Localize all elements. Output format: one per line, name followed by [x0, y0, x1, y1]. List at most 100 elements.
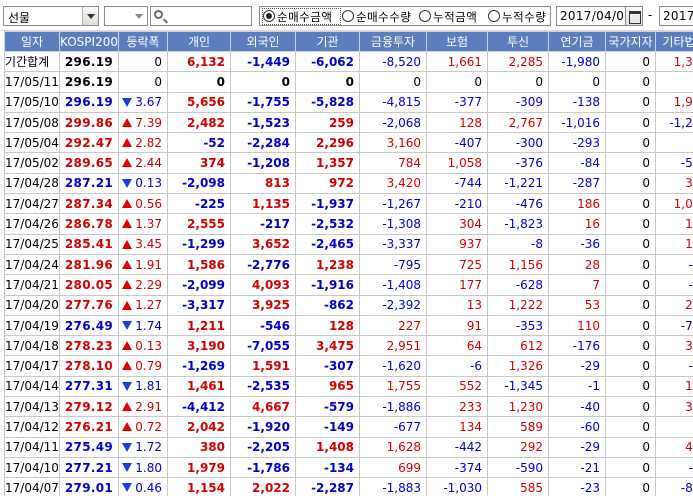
column-header-other-corp[interactable]: 기타법인 — [655, 31, 693, 52]
insurance-cell: 134 — [426, 416, 488, 438]
column-header-financial-investment[interactable]: 금융투자 — [359, 31, 427, 52]
other-corp-cell: 255 — [655, 294, 693, 316]
government-cell: 0 — [605, 375, 656, 398]
insurance-cell: 13 — [426, 294, 488, 316]
column-header-investment-trust[interactable]: 투신 — [487, 31, 549, 52]
column-header-institution[interactable]: 기관 — [295, 31, 360, 52]
financial-investment-cell: -1,620 — [359, 355, 427, 377]
triangle-up-icon — [122, 239, 132, 249]
sub-select[interactable] — [104, 6, 148, 26]
start-date-field[interactable]: 2017/04/01 — [556, 6, 632, 26]
chevron-down-icon[interactable] — [131, 7, 147, 25]
table-row[interactable]: 17/05/11296.190000000000 — [4, 71, 693, 93]
table-row[interactable]: 17/05/10 296.19 3.67 5,656 -1,755 -5,828 -4,81… — [4, 91, 693, 113]
radio-circle-icon[interactable] — [419, 10, 431, 22]
column-header-change[interactable]: 등락폭 — [118, 31, 168, 52]
financial-investment-cell: 3,160 — [359, 132, 427, 154]
triangle-up-icon — [122, 199, 132, 209]
change-cell: 1.74 — [118, 314, 168, 337]
date-cell: 17/04/18 — [4, 335, 60, 357]
table-row[interactable]: 17/04/24 281.96 1.91 1,586 -2,776 1,238 -795 72… — [4, 253, 693, 276]
table-row[interactable]: 17/04/21 280.05 2.29 -2,099 4,093 -1,916 -1,40… — [4, 274, 693, 296]
table-row[interactable]: 17/04/28 287.21 0.13 -2,098 813 972 3,420 -744-… — [4, 172, 693, 195]
table-row[interactable]: 17/04/07 279.01 0.46 1,154 2,022 -2,287 -1,883… — [4, 477, 693, 496]
table-row[interactable]: 17/04/17 278.10 0.79 -1,269 1,591 -307 -1,620-… — [4, 355, 693, 377]
change-cell: 0.79 — [118, 355, 168, 377]
financial-investment-cell: -1,886 — [359, 396, 427, 418]
market-select[interactable]: 선물 — [3, 6, 99, 26]
kospi200-cell: 276.49 — [59, 314, 119, 337]
table-row[interactable]: 17/04/27 287.34 0.56 -225 1,135 -1,937 -1,267-… — [4, 193, 693, 215]
table-row[interactable]: 17/04/14 277.31 1.81 1,461 -2,535 965 1,755 552… — [4, 375, 693, 398]
calendar-icon[interactable] — [625, 6, 643, 26]
investor-trading-table: 일자 KOSPI200 등락폭 개인 외국인 기관 금융투자 보험 투신 연기금… — [4, 31, 693, 496]
financial-investment-cell: -2,068 — [359, 111, 427, 134]
change-value: 2.29 — [135, 277, 162, 292]
summary-row[interactable]: 기간합계 296.19 0 6,132 -1,449 -6,062 -8,520 1,661 2… — [4, 50, 693, 73]
institution-cell: 965 — [295, 375, 360, 398]
kospi200-cell: 299.86 — [59, 111, 119, 134]
change-value: 0.13 — [135, 176, 162, 191]
government-cell: 0 — [605, 335, 656, 357]
government-cell: 0 — [605, 355, 656, 377]
column-header-foreign[interactable]: 외국인 — [230, 31, 296, 52]
column-header-individual[interactable]: 개인 — [167, 31, 231, 52]
radio-net-buy-amount[interactable]: 순매수금액 — [262, 8, 341, 25]
change-value: 7.39 — [135, 115, 162, 130]
insurance-cell: 128 — [426, 111, 488, 134]
table-row[interactable]: 17/04/20 277.76 1.27 -3,317 3,925 -862 -2,392 1… — [4, 294, 693, 316]
change-value: 3.67 — [135, 95, 162, 110]
change-value: 1.27 — [135, 298, 162, 313]
date-cell: 17/04/10 — [4, 456, 60, 479]
pension-cell: -287 — [548, 172, 606, 195]
column-header-pension[interactable]: 연기금 — [548, 31, 606, 52]
other-corp-cell: -58 — [655, 456, 693, 479]
column-header-insurance[interactable]: 보험 — [426, 31, 488, 52]
triangle-up-icon — [122, 259, 132, 269]
table-row[interactable]: 17/05/02 289.65 2.44 374 -1,208 1,357 784 1,058… — [4, 152, 693, 174]
radio-label: 순매수금액 — [277, 10, 333, 24]
investment-trust-cell: -476 — [487, 193, 549, 215]
table-row[interactable]: 17/04/13 279.12 2.91 -4,412 4,667 -579 -1,886 2… — [4, 396, 693, 418]
table-row[interactable]: 17/04/12 276.21 0.72 2,042 -1,920 -149 -677 134… — [4, 416, 693, 438]
radio-circle-icon[interactable] — [342, 10, 354, 22]
other-corp-cell: 1,927 — [655, 91, 693, 113]
table-row[interactable]: 17/05/04 292.47 2.82 -52 -2,284 2,296 3,160 -40… — [4, 132, 693, 154]
change-cell: 2.29 — [118, 274, 168, 296]
end-date-field[interactable]: 2017/ — [659, 6, 693, 26]
investment-trust-cell: 2,285 — [487, 50, 549, 73]
other-corp-cell: 416 — [655, 436, 693, 458]
table-row[interactable]: 17/04/10 277.21 1.80 1,979 -1,786 -134 699 -374… — [4, 456, 693, 479]
column-header-government[interactable]: 국가지자 — [605, 31, 656, 52]
investment-trust-cell: 1,326 — [487, 355, 549, 377]
radio-circle-icon[interactable] — [488, 10, 500, 22]
table-row[interactable]: 17/05/08 299.86 7.39 2,482 -1,523 259 -2,068 12… — [4, 111, 693, 134]
search-input[interactable] — [150, 6, 252, 26]
financial-investment-cell: -8,520 — [359, 50, 427, 73]
investment-trust-cell: 1,156 — [487, 253, 549, 276]
search-icon[interactable] — [154, 10, 163, 19]
table-row[interactable]: 17/04/11 275.49 1.72 380 -2,205 1,408 1,628 -44… — [4, 436, 693, 458]
government-cell: 0 — [605, 477, 656, 496]
radio-net-buy-quantity[interactable]: 순매수수량 — [342, 9, 418, 24]
financial-investment-cell: -3,337 — [359, 233, 427, 255]
other-corp-cell: -1,219 — [655, 111, 693, 134]
column-header-date[interactable]: 일자 — [4, 31, 60, 52]
investment-trust-cell: -353 — [487, 314, 549, 337]
radio-cumulative-quantity[interactable]: 누적수량 — [488, 9, 550, 24]
change-value: 1.74 — [135, 318, 162, 333]
table-row[interactable]: 17/04/18 278.23 0.13 3,190 -7,055 3,475 2,951 6… — [4, 335, 693, 357]
table-row[interactable]: 17/04/19 276.49 1.74 1,211 -546 128 227 91 -353 1… — [4, 314, 693, 337]
pension-cell: -138 — [548, 91, 606, 113]
other-corp-cell: -14 — [655, 355, 693, 377]
other-corp-cell: 194 — [655, 213, 693, 235]
chevron-down-icon[interactable] — [82, 7, 98, 25]
radio-circle-icon[interactable] — [263, 10, 275, 22]
change-cell: 1.80 — [118, 456, 168, 479]
column-header-kospi200[interactable]: KOSPI200 — [59, 31, 119, 52]
table-row[interactable]: 17/04/26 286.78 1.37 2,555 -217 -2,532 -1,308 3… — [4, 213, 693, 235]
table-row[interactable]: 17/04/25 285.41 3.45 -1,299 3,652 -2,465 -3,33… — [4, 233, 693, 255]
insurance-cell: -210 — [426, 193, 488, 215]
investment-trust-cell: 0 — [487, 71, 549, 93]
radio-cumulative-amount[interactable]: 누적금액 — [419, 9, 485, 24]
